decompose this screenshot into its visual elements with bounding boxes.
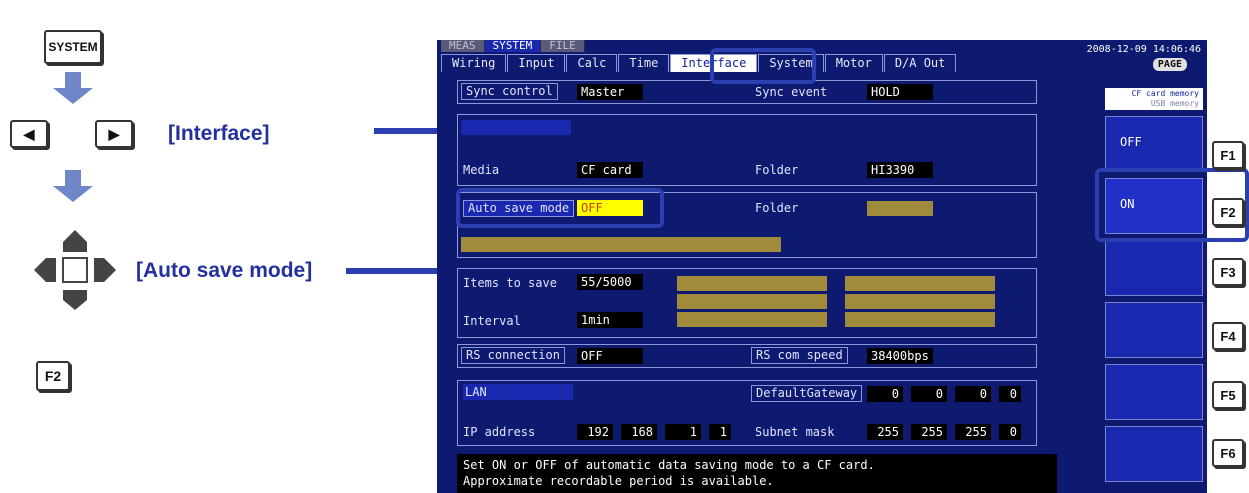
items-to-save-value[interactable]: 55/5000 [577,274,643,290]
recordable-period-bar [461,237,781,252]
ip-octet-2[interactable]: 168 [621,424,657,440]
items-detail-6 [845,312,995,327]
f2-key-label: F2 [1220,204,1236,220]
step-arrow-2 [53,170,93,202]
function-title-line-1: CF card memory [1131,89,1199,98]
help-line-2: Approximate recordable period is availab… [463,474,774,488]
ip-address-label: IP address [463,425,536,439]
f5-key-label: F5 [1220,387,1236,403]
sync-event-value[interactable]: HOLD [867,84,933,100]
items-to-save-label: Items to save [463,276,557,290]
subnet-mask-label: Subnet mask [755,425,835,439]
f3-key-label: F3 [1220,264,1236,280]
function-title: CF card memory USB memory [1105,88,1203,110]
subnet-octet-4[interactable]: 0 [999,424,1021,440]
sync-control-value[interactable]: Master [577,84,643,100]
f1-key-label: F1 [1220,147,1236,163]
tab-da-out[interactable]: D/A Out [883,54,957,72]
dpad-icon [34,230,116,310]
media-header [461,120,571,135]
system-key[interactable]: SYSTEM [44,30,102,64]
items-detail-4 [845,294,995,309]
tab-calc[interactable]: Calc [566,54,618,72]
gateway-octet-1[interactable]: 0 [867,386,903,402]
rs-connection-label: RS connection [461,347,565,364]
lan-label: LAN [463,384,573,400]
gateway-octet-2[interactable]: 0 [911,386,947,402]
auto-save-mode-highlight [456,188,664,228]
right-arrow-icon: ▶ [108,125,120,142]
f4-key-label: F4 [1220,328,1236,344]
interval-label: Interval [463,314,521,328]
auto-save-mode-callout: [Auto save mode] [136,259,313,282]
f2-key-label: F2 [44,368,62,384]
tab-wiring[interactable]: Wiring [441,54,507,72]
tab-input[interactable]: Input [507,54,566,72]
ip-octet-3[interactable]: 1 [665,424,701,440]
auto-save-folder-value [867,201,933,216]
mode-tabs: MEAS SYSTEM FILE [441,40,585,52]
auto-save-folder-label: Folder [755,201,799,215]
subnet-octet-3[interactable]: 255 [955,424,991,440]
interface-callout: [Interface] [168,122,270,145]
interface-tab-highlight [710,48,816,84]
media-label: Media [463,163,500,177]
mode-tab-system[interactable]: SYSTEM [484,40,542,52]
media-folder-label: Folder [755,163,799,177]
sync-control-label: Sync control [461,83,558,100]
step-arrow-1 [53,72,93,104]
mode-tab-meas[interactable]: MEAS [441,40,485,52]
f5-key[interactable]: F5 [1212,381,1244,409]
subnet-octet-2[interactable]: 255 [911,424,947,440]
ip-octet-1[interactable]: 192 [577,424,613,440]
sync-event-label: Sync event [755,85,828,99]
left-arrow-icon: ◀ [23,125,35,142]
f6-key[interactable]: F6 [1212,439,1244,467]
default-gateway-label: DefaultGateway [751,385,863,402]
fn-button-1-off[interactable]: OFF [1105,116,1203,172]
right-arrow-key[interactable]: ▶ [95,120,133,148]
mode-tab-file[interactable]: FILE [541,40,585,52]
items-detail-3 [677,294,827,309]
subnet-octet-1[interactable]: 255 [867,424,903,440]
f6-key-label: F6 [1220,445,1236,461]
help-line-1: Set ON or OFF of automatic data saving m… [463,458,875,472]
fn-button-4[interactable] [1105,302,1203,358]
ip-octet-4[interactable]: 1 [709,424,731,440]
device-screen: MEAS SYSTEM FILE 2008-12-09 14:06:46 PAG… [437,40,1207,493]
rs-connection-value[interactable]: OFF [577,348,643,364]
help-message: Set ON or OFF of automatic data saving m… [457,454,1057,493]
settings-tabs: Wiring Input Calc Time Interface System … [441,54,957,72]
items-detail-1 [677,276,827,291]
gateway-octet-4[interactable]: 0 [999,386,1021,402]
tab-motor[interactable]: Motor [824,54,883,72]
f2-key[interactable]: F2 [1212,198,1244,226]
items-detail-2 [845,276,995,291]
f1-key[interactable]: F1 [1212,141,1244,169]
dpad [16,212,134,320]
left-arrow-key[interactable]: ◀ [10,120,48,148]
tab-time[interactable]: Time [618,54,670,72]
items-detail-5 [677,312,827,327]
media-folder-value[interactable]: HI3390 [867,162,933,178]
system-key-label: SYSTEM [48,40,98,54]
function-title-line-2: USB memory [1150,99,1199,108]
fn-button-5[interactable] [1105,364,1203,420]
gateway-octet-3[interactable]: 0 [955,386,991,402]
rs-speed-label: RS com speed [751,347,848,364]
fn-button-3[interactable] [1105,240,1203,296]
rs-speed-value[interactable]: 38400bps [867,348,933,364]
fn-button-6[interactable] [1105,426,1203,482]
f2-key-instruction[interactable]: F2 [36,361,70,391]
f4-key[interactable]: F4 [1212,322,1244,350]
function-panel: CF card memory USB memory OFF ON [1105,40,1205,493]
media-value[interactable]: CF card [577,162,643,178]
interval-value[interactable]: 1min [577,312,643,328]
f3-key[interactable]: F3 [1212,258,1244,286]
